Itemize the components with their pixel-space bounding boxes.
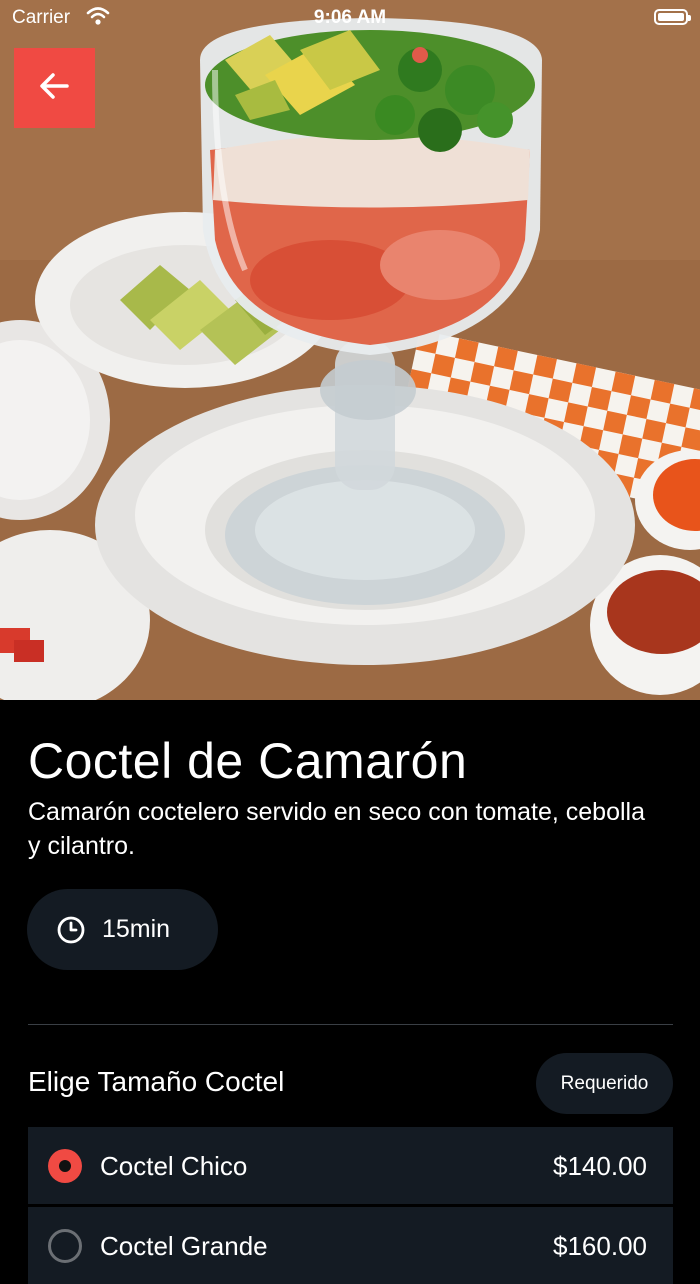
divider xyxy=(28,1024,673,1025)
arrow-left-icon xyxy=(39,72,71,105)
option-row-coctel-chico[interactable]: Coctel Chico $140.00 xyxy=(28,1127,673,1204)
clock-icon xyxy=(56,915,86,950)
radio-unselected-icon[interactable] xyxy=(48,1229,82,1263)
hero-image xyxy=(0,0,700,700)
status-time: 9:06 AM xyxy=(313,7,387,28)
battery-icon xyxy=(654,9,691,25)
option-name: Coctel Chico xyxy=(100,1151,248,1181)
back-button[interactable] xyxy=(14,48,95,128)
prep-time-chip: 15min xyxy=(27,889,218,970)
required-badge: Requerido xyxy=(536,1053,673,1114)
radio-selected-icon[interactable] xyxy=(48,1149,82,1183)
status-bar: Carrier 9:06 AM xyxy=(0,0,700,36)
product-title: Coctel de Camarón xyxy=(28,733,468,789)
option-name: Coctel Grande xyxy=(100,1231,268,1261)
section-title: Elige Tamaño Coctel xyxy=(28,1066,285,1097)
option-row-coctel-grande[interactable]: Coctel Grande $160.00 xyxy=(28,1207,673,1284)
prep-time-label: 15min xyxy=(102,915,171,943)
option-price: $160.00 xyxy=(553,1231,647,1261)
product-description: Camarón coctelero servido en seco con to… xyxy=(28,798,645,860)
option-price: $140.00 xyxy=(553,1151,647,1181)
